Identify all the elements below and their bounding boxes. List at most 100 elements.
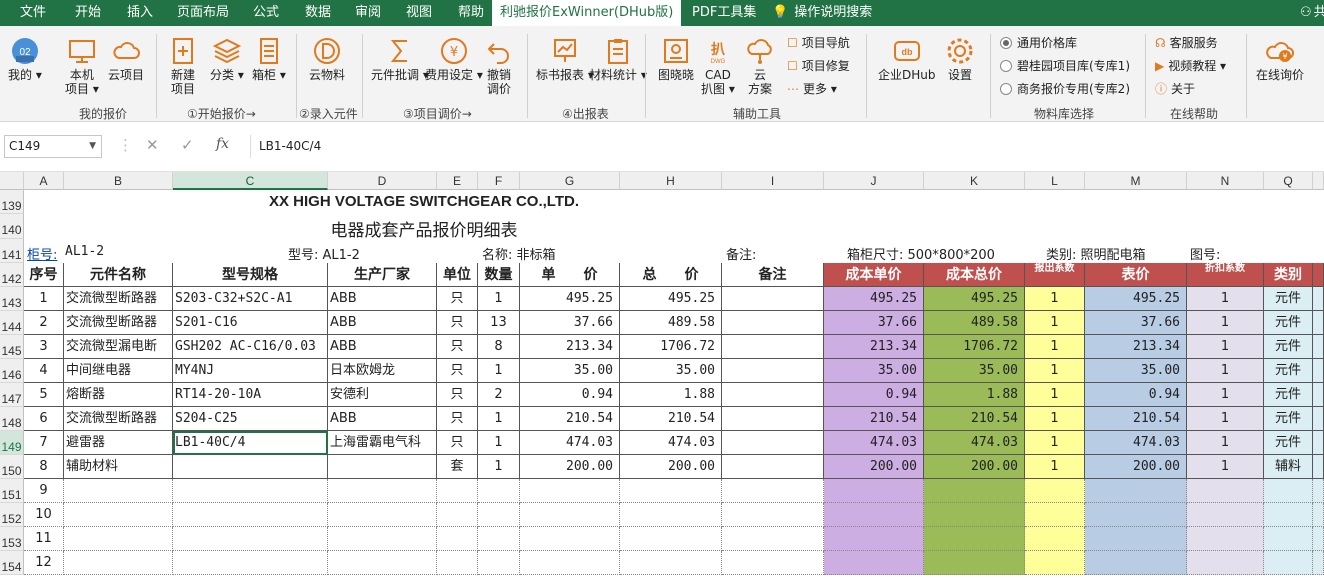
table-cell[interactable] <box>722 383 824 407</box>
table-cell[interactable]: 元件 <box>1264 335 1313 359</box>
table-cell[interactable]: 495.25 <box>520 287 620 311</box>
category-button[interactable]: 分类 ▾ <box>210 36 244 82</box>
table-cell[interactable] <box>64 551 173 575</box>
table-cell[interactable]: 495.25 <box>924 287 1025 311</box>
table-cell[interactable]: 元件 <box>1264 383 1313 407</box>
table-cell[interactable]: 35.00 <box>1085 359 1187 383</box>
table-cell[interactable]: 474.03 <box>1085 431 1187 455</box>
table-cell[interactable]: ABB <box>328 287 437 311</box>
table-cell[interactable] <box>478 527 520 551</box>
table-cell[interactable] <box>924 479 1025 503</box>
table-cell[interactable]: 210.54 <box>1085 407 1187 431</box>
table-cell[interactable] <box>824 503 924 527</box>
table-cell[interactable]: 4 <box>24 359 64 383</box>
table-cell[interactable] <box>1313 407 1324 431</box>
table-cell[interactable]: ABB <box>328 407 437 431</box>
table-cell[interactable] <box>1313 551 1324 575</box>
table-cell[interactable]: 2 <box>24 311 64 335</box>
table-cell[interactable]: 37.66 <box>520 311 620 335</box>
table-cell[interactable] <box>520 551 620 575</box>
table-cell[interactable]: 1 <box>24 287 64 311</box>
table-cell[interactable]: 只 <box>437 359 478 383</box>
column-header-M[interactable]: M <box>1085 172 1187 190</box>
table-cell[interactable]: 10 <box>24 503 64 527</box>
table-cell[interactable] <box>520 527 620 551</box>
table-cell[interactable]: 元件 <box>1264 311 1313 335</box>
table-cell[interactable]: 210.54 <box>824 407 924 431</box>
row-header-143[interactable]: 143 <box>0 287 24 311</box>
column-header-L[interactable]: L <box>1025 172 1085 190</box>
table-cell[interactable] <box>1264 479 1313 503</box>
dhub-button[interactable]: db 企业DHub <box>878 36 936 82</box>
table-cell[interactable]: 元件 <box>1264 359 1313 383</box>
table-cell[interactable] <box>924 551 1025 575</box>
table-cell[interactable]: 只 <box>437 287 478 311</box>
table-cell[interactable]: 1706.72 <box>924 335 1025 359</box>
table-cell[interactable]: 只 <box>437 311 478 335</box>
table-cell[interactable]: 474.03 <box>824 431 924 455</box>
menu-tab-9[interactable]: 利驰报价ExWinner(DHub版) <box>492 0 682 27</box>
cabinet-link[interactable]: 柜号: <box>27 244 57 263</box>
menu-tab-0[interactable]: 文件 <box>12 0 54 26</box>
table-cell[interactable] <box>722 407 824 431</box>
table-cell[interactable]: 安德利 <box>328 383 437 407</box>
table-cell[interactable]: 1 <box>478 431 520 455</box>
menu-tab-1[interactable]: 开始 <box>67 0 109 26</box>
radio-icon[interactable] <box>1000 37 1012 49</box>
table-cell[interactable]: 495.25 <box>620 287 722 311</box>
table-cell[interactable]: 只 <box>437 407 478 431</box>
table-cell[interactable]: 1 <box>478 359 520 383</box>
row-header-139[interactable]: 139 <box>0 190 24 214</box>
project-nav-button[interactable]: ☐ 项目导航 <box>787 35 850 51</box>
table-cell[interactable]: 辅料 <box>1264 455 1313 479</box>
table-cell[interactable]: 1 <box>478 407 520 431</box>
table-cell[interactable] <box>1025 551 1085 575</box>
table-cell[interactable] <box>173 503 328 527</box>
table-cell[interactable]: 1 <box>1187 431 1264 455</box>
table-cell[interactable]: S201-C16 <box>173 311 328 335</box>
radio-icon[interactable] <box>1000 83 1012 95</box>
table-cell[interactable]: 避雷器 <box>64 431 173 455</box>
table-cell[interactable] <box>620 527 722 551</box>
column-header-N[interactable]: N <box>1187 172 1264 190</box>
formula-input[interactable]: LB1-40C/4 <box>250 135 1320 158</box>
table-cell[interactable] <box>1187 503 1264 527</box>
table-cell[interactable] <box>722 503 824 527</box>
table-cell[interactable]: 200.00 <box>620 455 722 479</box>
column-header-F[interactable]: F <box>478 172 520 190</box>
table-cell[interactable]: ABB <box>328 311 437 335</box>
table-cell[interactable] <box>1264 551 1313 575</box>
column-header-B[interactable]: B <box>64 172 173 190</box>
column-header-J[interactable]: J <box>824 172 924 190</box>
table-cell[interactable] <box>1085 479 1187 503</box>
material-stats-button[interactable]: 材料统计 ▾ <box>589 36 647 82</box>
menu-tab-7[interactable]: 视图 <box>398 0 440 26</box>
table-cell[interactable]: 37.66 <box>824 311 924 335</box>
row-header-145[interactable]: 145 <box>0 335 24 359</box>
table-cell[interactable] <box>924 503 1025 527</box>
table-cell[interactable]: 200.00 <box>1085 455 1187 479</box>
table-cell[interactable]: 1 <box>1025 359 1085 383</box>
table-cell[interactable]: 200.00 <box>924 455 1025 479</box>
library-general-radio[interactable]: 通用价格库 <box>1000 35 1077 51</box>
table-cell[interactable]: 1706.72 <box>620 335 722 359</box>
table-cell[interactable] <box>1187 551 1264 575</box>
menu-tab-8[interactable]: 帮助 <box>450 0 492 26</box>
table-cell[interactable]: 200.00 <box>824 455 924 479</box>
menu-tab-4[interactable]: 公式 <box>245 0 287 26</box>
settings-button[interactable]: 设置 <box>945 36 975 82</box>
table-cell[interactable]: 套 <box>437 455 478 479</box>
table-cell[interactable] <box>1313 431 1324 455</box>
table-cell[interactable]: 213.34 <box>824 335 924 359</box>
table-cell[interactable]: 1 <box>1187 311 1264 335</box>
table-cell[interactable]: 中间继电器 <box>64 359 173 383</box>
table-cell[interactable] <box>1313 311 1324 335</box>
table-cell[interactable] <box>64 479 173 503</box>
table-cell[interactable] <box>1085 503 1187 527</box>
table-cell[interactable]: 37.66 <box>1085 311 1187 335</box>
cancel-icon[interactable]: ✕ <box>146 136 159 154</box>
table-cell[interactable] <box>1313 287 1324 311</box>
table-cell[interactable]: 上海雷霸电气科 <box>328 431 437 455</box>
row-header-150[interactable]: 150 <box>0 455 24 479</box>
table-cell[interactable]: 11 <box>24 527 64 551</box>
